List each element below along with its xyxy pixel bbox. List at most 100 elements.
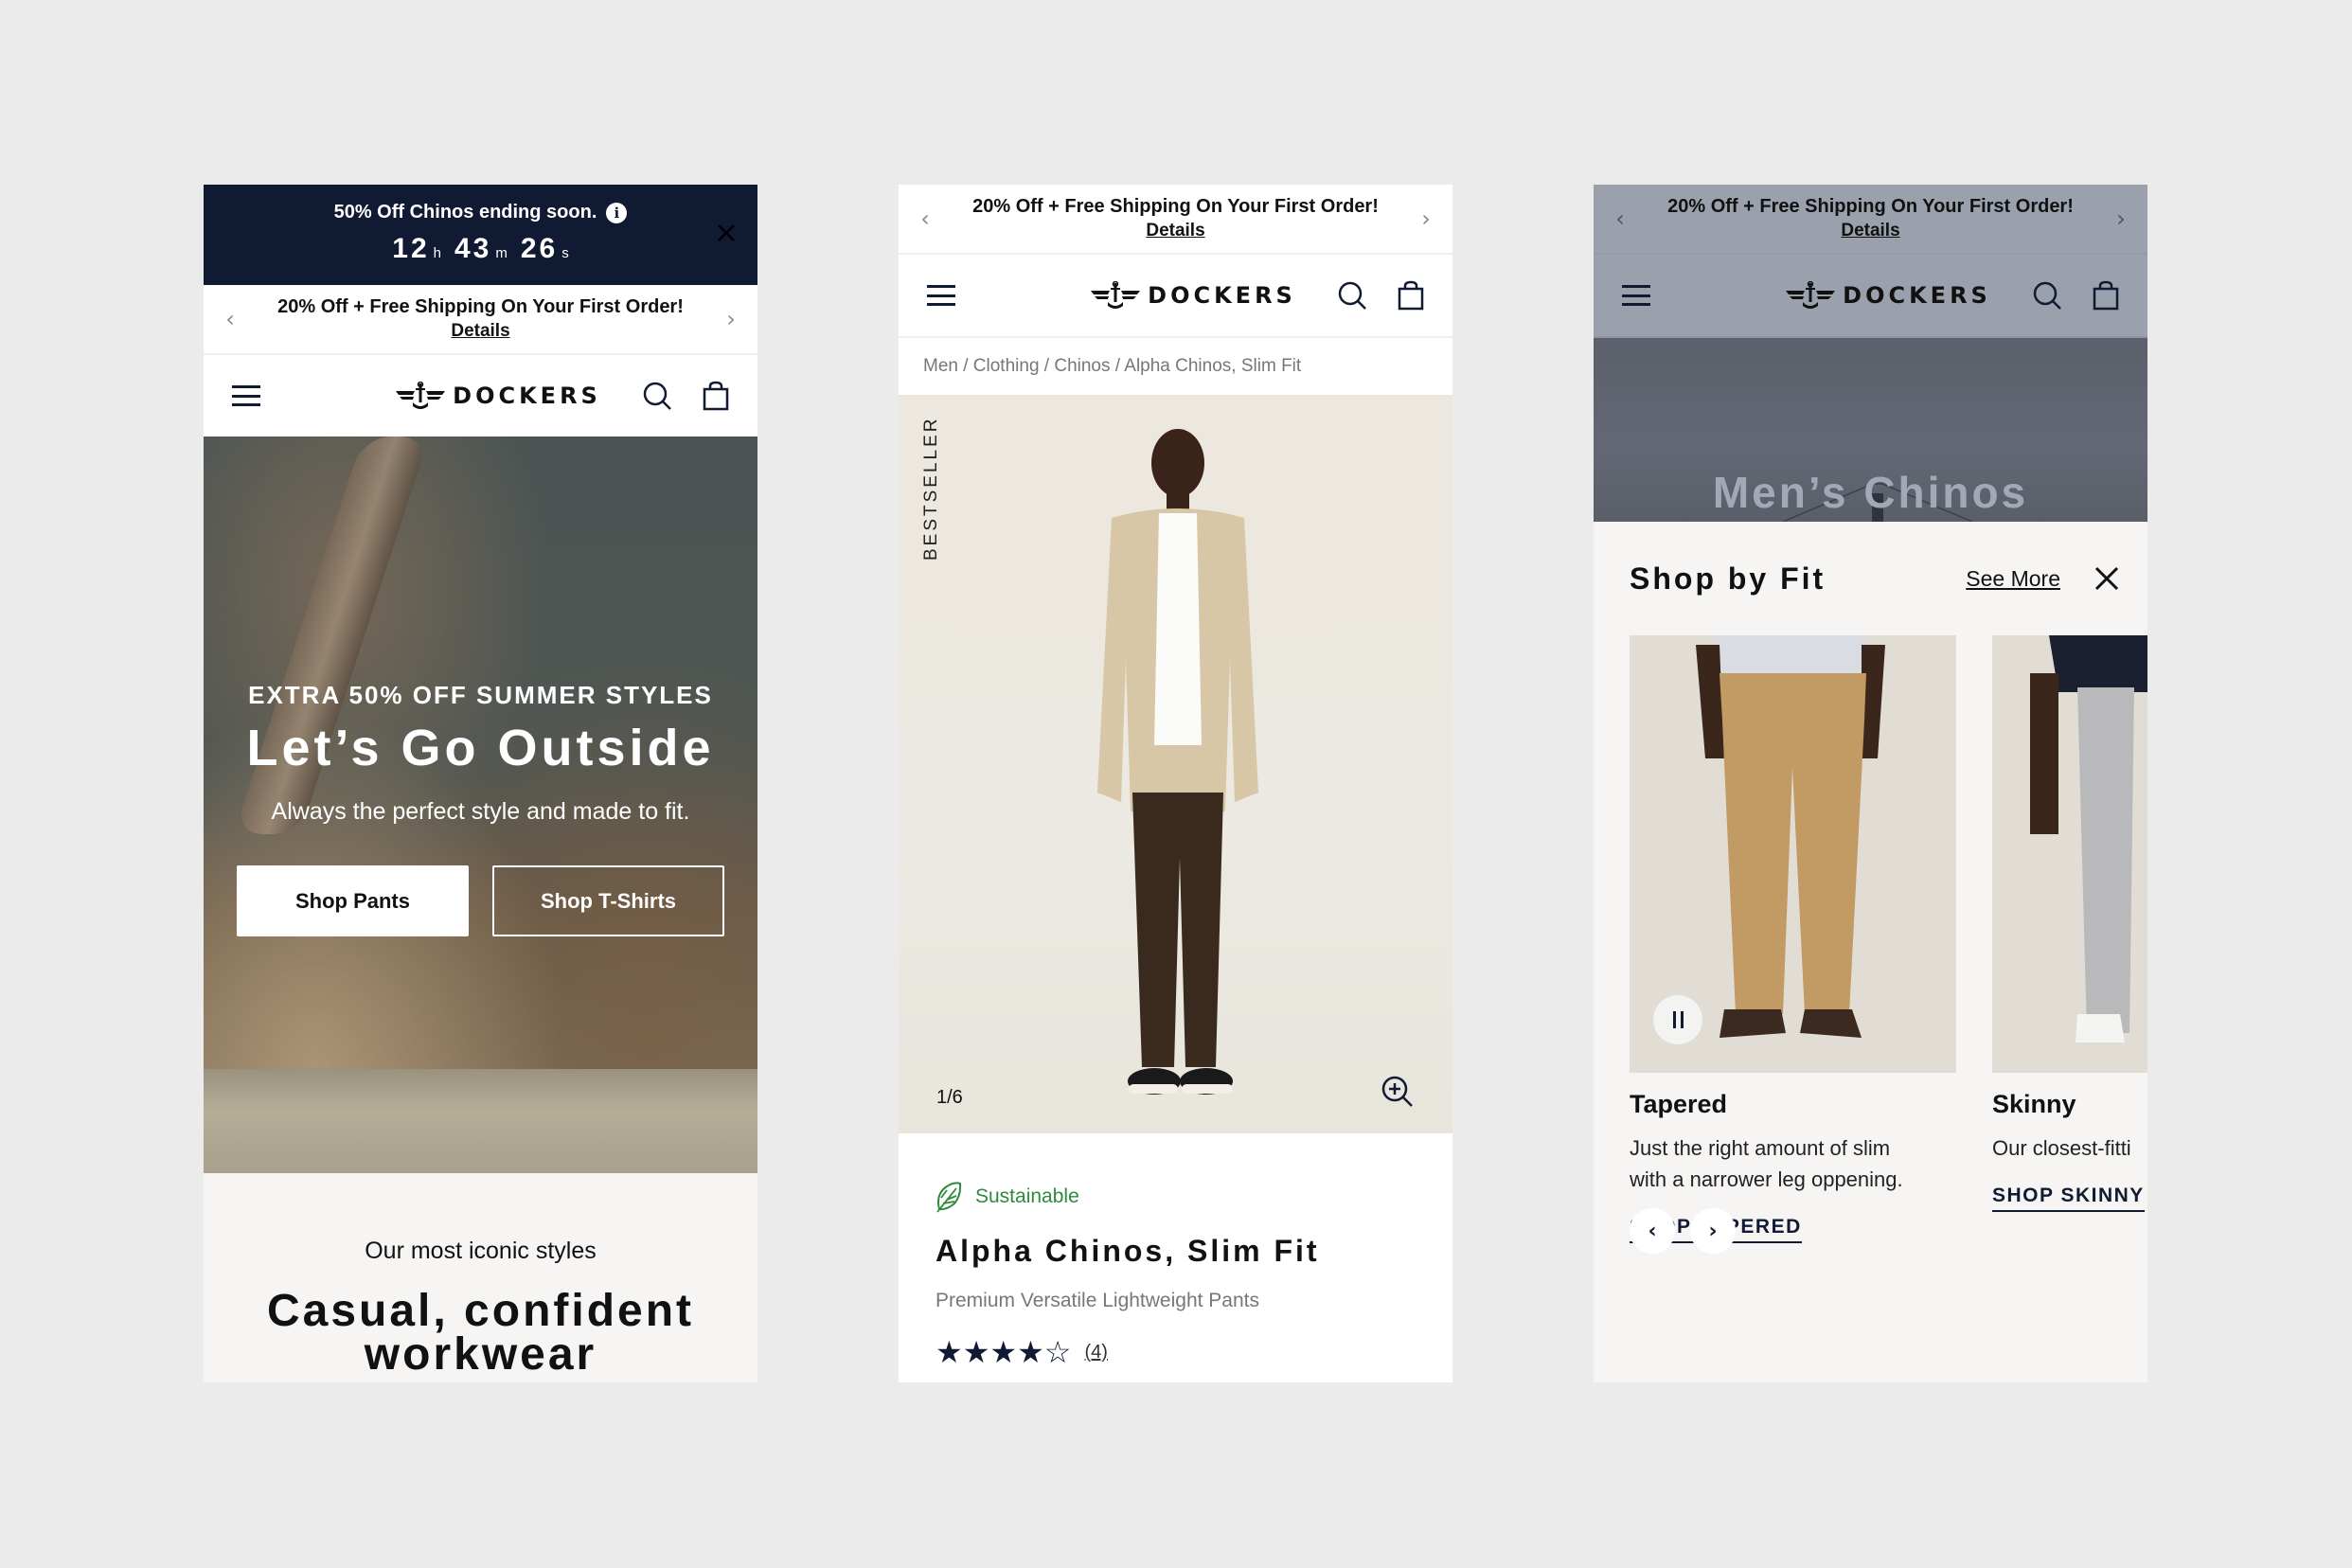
- hamburger-menu-icon[interactable]: [927, 285, 955, 306]
- close-icon[interactable]: [716, 223, 737, 243]
- product-subtitle: Premium Versatile Lightweight Pants: [935, 1290, 1259, 1311]
- logo-text: DOCKERS: [1843, 282, 1991, 309]
- shopping-bag-icon[interactable]: [1396, 280, 1426, 311]
- see-more-link[interactable]: See More: [1966, 566, 2060, 592]
- promo-message: 20% Off + Free Shipping On Your First Or…: [972, 196, 1379, 217]
- iconic-title: Casual, confident workwear: [266, 1286, 695, 1380]
- breadcrumb[interactable]: Men / Clothing / Chinos / Alpha Chinos, …: [899, 336, 1452, 395]
- fit-card-skinny[interactable]: Skinny Our closest-fitti SHOP SKINNY: [1992, 635, 2147, 1243]
- rating-stars: ★★★★☆: [935, 1337, 1071, 1367]
- close-icon[interactable]: [2094, 566, 2119, 591]
- promo-bar: ‹ 20% Off + Free Shipping On Your First …: [899, 185, 1452, 255]
- fit-carousel[interactable]: Tapered Just the right amount of slim wi…: [1630, 635, 2147, 1243]
- timer-seconds-unit: s: [561, 245, 569, 261]
- anchor-wings-icon: [1786, 281, 1836, 309]
- hamburger-menu-icon[interactable]: [1622, 285, 1650, 306]
- hamburger-menu-icon[interactable]: [232, 385, 260, 406]
- dockers-logo[interactable]: DOCKERS: [396, 382, 601, 410]
- product-screen: ‹ 20% Off + Free Shipping On Your First …: [899, 185, 1452, 1382]
- product-title: Alpha Chinos, Slim Fit: [935, 1234, 1320, 1268]
- fit-name: Tapered: [1630, 1090, 1728, 1118]
- promo-message: 20% Off + Free Shipping On Your First Or…: [1667, 196, 2074, 217]
- star-filled-icon: ★: [989, 1335, 1018, 1369]
- countdown-banner: 50% Off Chinos ending soon. i 12 h 43 m 26 s: [204, 185, 757, 285]
- product-info: Sustainable Alpha Chinos, Slim Fit Premi…: [899, 1133, 1452, 1367]
- hero-subtitle: Always the perfect style and made to fit…: [271, 798, 690, 825]
- sustainable-tag: Sustainable: [935, 1181, 1416, 1213]
- star-filled-icon: ★: [935, 1335, 963, 1369]
- star-filled-icon: ★: [1017, 1335, 1044, 1369]
- category-hero: Men’s Chinos: [1594, 336, 2147, 522]
- hero-headline: Let’s Go Outside: [246, 720, 715, 776]
- fit-description-line: with a narrower leg oppening.: [1630, 1167, 1903, 1191]
- site-header: DOCKERS: [899, 255, 1452, 336]
- product-model-photo: [1097, 429, 1258, 1095]
- countdown-title-row: 50% Off Chinos ending soon. i: [334, 202, 628, 223]
- countdown-timer: 12 h 43 m 26 s: [204, 233, 757, 265]
- logo-text: DOCKERS: [453, 383, 601, 409]
- leaf-icon: [936, 1182, 962, 1213]
- shopping-bag-icon[interactable]: [701, 381, 731, 411]
- sustainable-label: Sustainable: [975, 1185, 1079, 1207]
- chevron-left-icon[interactable]: ‹: [916, 205, 935, 232]
- promo-details-link[interactable]: Details: [277, 319, 684, 344]
- fit-description: Just the right amount of slim with a nar…: [1630, 1132, 1956, 1195]
- search-icon[interactable]: [2032, 280, 2062, 311]
- promo-details-link[interactable]: Details: [972, 219, 1379, 243]
- star-filled-icon: ★: [962, 1335, 990, 1369]
- dockers-logo[interactable]: DOCKERS: [1091, 281, 1296, 310]
- timer-hours-unit: h: [433, 245, 441, 261]
- shop-by-fit-screen: ‹ 20% Off + Free Shipping On Your First …: [1594, 185, 2147, 1382]
- dockers-logo[interactable]: DOCKERS: [1786, 281, 1991, 310]
- fit-description: Our closest-fitti: [1992, 1132, 2147, 1164]
- info-icon[interactable]: i: [606, 202, 628, 223]
- review-count-link[interactable]: (4): [1084, 1337, 1107, 1367]
- timer-minutes-unit: m: [495, 245, 508, 261]
- shop-pants-button[interactable]: Shop Pants: [237, 865, 469, 936]
- site-header: DOCKERS: [204, 355, 757, 437]
- search-icon[interactable]: [1337, 280, 1367, 311]
- tapered-photo: [1630, 635, 1956, 1073]
- logo-text: DOCKERS: [1148, 282, 1296, 309]
- star-empty-icon: ☆: [1043, 1335, 1072, 1369]
- promo-message: 20% Off + Free Shipping On Your First Or…: [277, 296, 684, 317]
- bestseller-badge: BESTSELLER: [921, 416, 941, 561]
- timer-minutes: 43: [454, 233, 492, 264]
- anchor-wings-icon: [396, 382, 446, 409]
- carousel-next-button[interactable]: ›: [1690, 1208, 1736, 1254]
- skinny-pants-image: [1992, 635, 2147, 1073]
- hero-kicker: EXTRA 50% OFF SUMMER STYLES: [248, 681, 713, 709]
- search-icon[interactable]: [642, 381, 672, 411]
- carousel-prev-button[interactable]: ‹: [1630, 1208, 1675, 1254]
- sheet-title: Shop by Fit: [1630, 561, 1826, 596]
- shopping-bag-icon[interactable]: [2091, 280, 2121, 311]
- chevron-right-icon[interactable]: ›: [1417, 205, 1435, 232]
- anchor-wings-icon: [1091, 281, 1141, 309]
- iconic-eyebrow: Our most iconic styles: [365, 1238, 597, 1264]
- chevron-right-icon[interactable]: ›: [722, 306, 740, 332]
- promo-details-link[interactable]: Details: [1667, 219, 2074, 243]
- timer-hours: 12: [392, 233, 430, 264]
- shop-by-fit-sheet: Shop by Fit See More Tapered Just the ri…: [1594, 522, 2147, 1382]
- fit-description-line: Just the right amount of slim: [1630, 1136, 1891, 1160]
- site-header: DOCKERS: [1594, 255, 2147, 336]
- countdown-title: 50% Off Chinos ending soon.: [333, 202, 597, 223]
- iconic-styles-section: Our most iconic styles Casual, confident…: [204, 1173, 757, 1382]
- fit-name: Skinny: [1992, 1090, 2076, 1118]
- hero-banner: EXTRA 50% OFF SUMMER STYLES Let’s Go Out…: [204, 437, 757, 1173]
- fit-card-tapered[interactable]: Tapered Just the right amount of slim wi…: [1630, 635, 1956, 1243]
- timer-seconds: 26: [520, 233, 559, 264]
- product-rating[interactable]: ★★★★☆ (4): [935, 1337, 1416, 1367]
- shop-tshirts-button[interactable]: Shop T-Shirts: [492, 865, 724, 936]
- category-title: Men’s Chinos: [1712, 468, 2029, 517]
- carousel-nav: ‹ ›: [1630, 1208, 1736, 1254]
- promo-bar: ‹ 20% Off + Free Shipping On Your First …: [204, 285, 757, 355]
- product-image-gallery[interactable]: BESTSELLER 1/6: [899, 395, 1452, 1133]
- chevron-right-icon[interactable]: ›: [2111, 205, 2130, 232]
- chevron-left-icon[interactable]: ‹: [1611, 205, 1630, 232]
- skinny-photo: [1992, 635, 2147, 1073]
- pause-icon[interactable]: [1653, 995, 1702, 1044]
- shop-skinny-link[interactable]: SHOP SKINNY: [1992, 1185, 2145, 1212]
- chevron-left-icon[interactable]: ‹: [221, 306, 240, 332]
- zoom-in-icon[interactable]: [1381, 1075, 1415, 1109]
